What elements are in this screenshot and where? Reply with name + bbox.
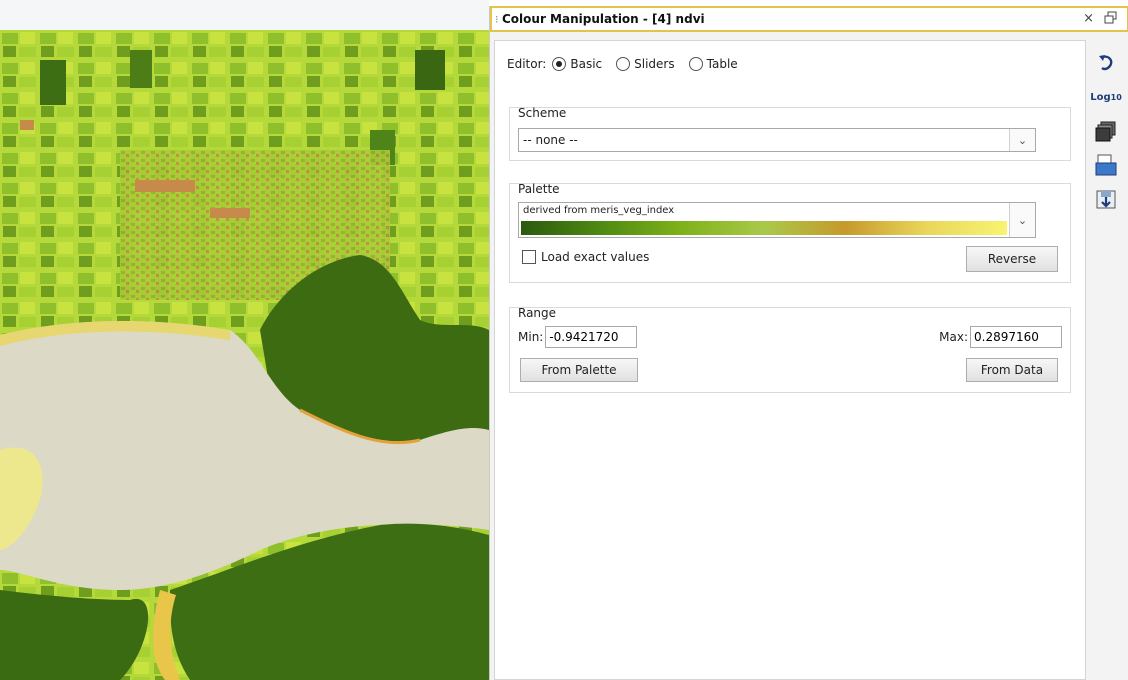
south-bank (0, 590, 149, 680)
editor-label: Editor: (507, 57, 547, 71)
load-exact-values-box[interactable] (522, 250, 536, 264)
scheme-group: Scheme -- none -- ⌄ (509, 106, 1071, 161)
radio-sliders-label: Sliders (634, 57, 675, 71)
log-sub: 10 (1110, 92, 1122, 102)
bare-soil (20, 120, 34, 130)
range-legend: Range (518, 306, 557, 320)
bare-soil (210, 208, 250, 218)
min-input[interactable] (545, 326, 638, 348)
min-field-row: Min: (518, 326, 638, 348)
palette-gradient-bar (521, 221, 1007, 235)
palette-value: derived from meris_veg_index (523, 205, 675, 216)
panel-title: Colour Manipulation - [4] ndvi (502, 12, 705, 26)
max-field-row: Max: (939, 326, 1062, 348)
radio-table[interactable]: Table (688, 57, 738, 71)
radio-table-indicator[interactable] (688, 57, 703, 71)
bare-soil (135, 180, 195, 192)
scheme-dropdown[interactable]: -- none -- ⌄ (518, 128, 1036, 152)
panel-titlebar[interactable]: ⁝ Colour Manipulation - [4] ndvi × (490, 6, 1128, 32)
reset-icon[interactable] (1093, 50, 1119, 76)
palette-group: Palette derived from meris_veg_index ⌄ L… (509, 182, 1071, 283)
export-palette-icon[interactable] (1093, 186, 1119, 212)
min-label: Min: (518, 330, 544, 344)
chevron-down-icon[interactable]: ⌄ (1009, 129, 1035, 151)
max-input[interactable] (970, 326, 1062, 348)
radio-basic[interactable]: Basic (552, 57, 602, 71)
radio-basic-label: Basic (570, 57, 603, 71)
palette-legend: Palette (518, 182, 560, 196)
multi-apply-icon[interactable] (1093, 118, 1119, 144)
colour-manipulation-panel: ⁝ Colour Manipulation - [4] ndvi × Edito… (489, 6, 1128, 680)
panel-content: Editor: Basic Sliders Table Scheme -- no… (494, 40, 1086, 680)
radio-sliders[interactable]: Sliders (616, 57, 675, 71)
map-viewport[interactable] (0, 0, 489, 680)
import-palette-icon[interactable] (1093, 152, 1119, 178)
dark-field (40, 60, 66, 105)
dark-field (415, 50, 445, 90)
max-label: Max: (939, 330, 968, 344)
log10-icon[interactable]: Log 10 (1090, 84, 1122, 110)
from-data-button[interactable]: From Data (966, 358, 1058, 382)
load-exact-values-checkbox[interactable]: Load exact values (522, 250, 649, 264)
reverse-button[interactable]: Reverse (966, 246, 1058, 272)
float-window-icon[interactable] (1104, 11, 1117, 28)
from-palette-button[interactable]: From Palette (520, 358, 638, 382)
side-toolbar: Log 10 (1090, 50, 1122, 212)
ndvi-image (0, 30, 489, 680)
scheme-legend: Scheme (518, 106, 567, 120)
range-group: Range Min: Max: From Palette From Data (509, 306, 1071, 393)
palette-dropdown[interactable]: derived from meris_veg_index ⌄ (518, 202, 1036, 238)
chevron-down-icon[interactable]: ⌄ (1009, 203, 1035, 237)
scheme-value: -- none -- (523, 133, 578, 147)
close-icon[interactable]: × (1083, 11, 1094, 28)
radio-sliders-indicator[interactable] (616, 57, 631, 71)
drag-grip-icon[interactable]: ⁝ (492, 13, 502, 26)
dark-field (130, 50, 152, 88)
radio-basic-indicator[interactable] (552, 57, 567, 71)
load-exact-values-label: Load exact values (541, 250, 650, 264)
radio-table-label: Table (706, 57, 738, 71)
map-top-strip (0, 0, 489, 30)
editor-mode-row: Editor: Basic Sliders Table (507, 57, 746, 71)
log-label: Log (1090, 91, 1111, 103)
